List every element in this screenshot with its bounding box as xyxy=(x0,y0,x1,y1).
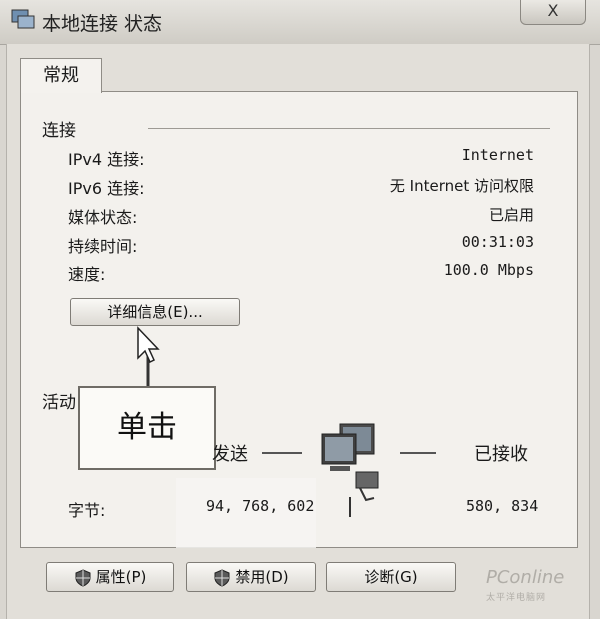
cursor-arrow-icon xyxy=(137,326,160,386)
ipv4-label: IPv4 连接: xyxy=(68,150,145,169)
speed-value: 100.0 Mbps xyxy=(443,261,534,279)
click-callout: 单击 xyxy=(78,386,216,470)
speed-label: 速度: xyxy=(68,265,106,284)
sent-label: 发送 xyxy=(212,444,248,465)
network-connection-icon xyxy=(11,9,35,29)
ipv4-value: Internet xyxy=(461,146,534,164)
tab-general[interactable]: 常规 xyxy=(20,58,102,93)
bytes-sent-value: 94, 768, 602 xyxy=(206,497,315,515)
uac-shield-icon xyxy=(214,568,230,587)
sent-line xyxy=(262,452,302,454)
watermark-subtitle: 太平洋电脑网 xyxy=(486,593,547,603)
bytes-label: 字节: xyxy=(68,501,106,520)
properties-button[interactable]: 属性(P) xyxy=(46,562,174,592)
watermark-logo: PConline xyxy=(486,567,565,588)
received-line xyxy=(400,452,436,454)
activity-group-label: 活动 xyxy=(42,393,76,413)
ipv6-label: IPv6 连接: xyxy=(68,179,145,198)
diagnose-button[interactable]: 诊断(G) xyxy=(326,562,456,592)
disable-button[interactable]: 禁用(D) xyxy=(186,562,316,592)
networked-computer-icon xyxy=(321,423,379,502)
bytes-received-value: 580, 834 xyxy=(466,497,539,515)
properties-button-label: 属性(P) xyxy=(95,568,147,586)
media-state-value: 已启用 xyxy=(488,206,534,224)
duration-label: 持续时间: xyxy=(68,237,138,256)
close-button[interactable]: X xyxy=(520,0,586,25)
ipv6-value: 无 Internet 访问权限 xyxy=(389,177,534,195)
disable-button-label: 禁用(D) xyxy=(235,568,289,586)
duration-value: 00:31:03 xyxy=(461,233,534,251)
received-label: 已接收 xyxy=(474,444,528,465)
media-state-label: 媒体状态: xyxy=(68,208,138,227)
window-title: 本地连接 状态 xyxy=(42,13,163,35)
bytes-divider xyxy=(349,497,351,517)
connection-group-label: 连接 xyxy=(42,121,76,141)
connection-divider xyxy=(148,128,550,129)
title-bar: 本地连接 状态 X xyxy=(0,0,600,45)
uac-shield-icon xyxy=(75,568,91,587)
